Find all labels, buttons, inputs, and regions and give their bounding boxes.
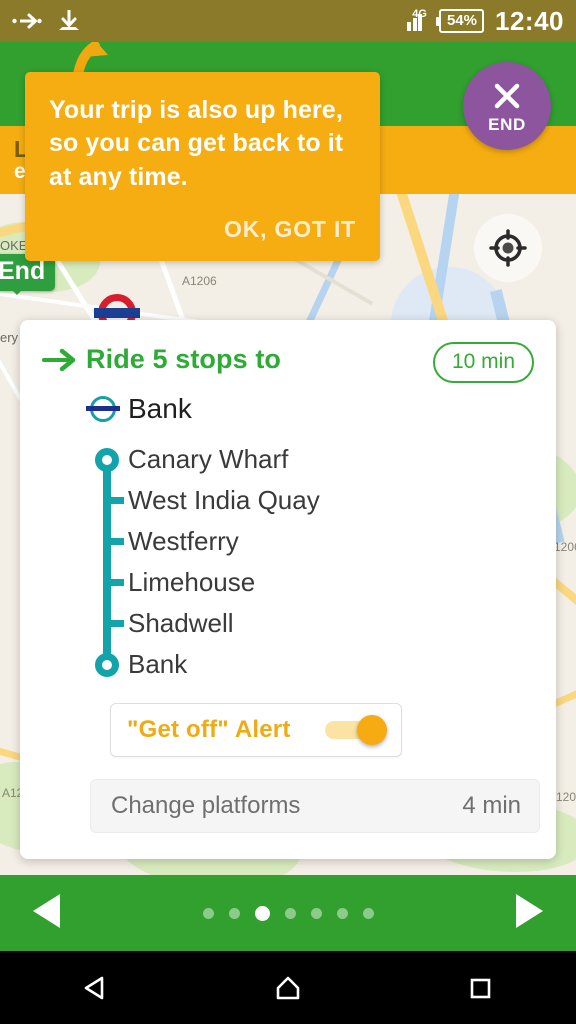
- android-navigation-bar: [0, 951, 576, 1024]
- list-item[interactable]: Limehouse: [86, 562, 534, 603]
- pager-dot-active[interactable]: [255, 906, 270, 921]
- route-detail-card: Ride 5 stops to 10 min Bank Canary Wharf…: [20, 320, 556, 859]
- get-off-alert-row[interactable]: "Get off" Alert: [110, 703, 402, 757]
- list-item[interactable]: Canary Wharf: [86, 439, 534, 480]
- step-pager: [0, 875, 576, 951]
- android-recents-button[interactable]: [435, 951, 525, 1024]
- get-off-alert-toggle[interactable]: [325, 715, 387, 745]
- list-item[interactable]: Westferry: [86, 521, 534, 562]
- route-card-header: Ride 5 stops to 10 min: [42, 342, 534, 383]
- pager-dots: [0, 906, 576, 921]
- signal-icon: 4G: [407, 11, 428, 31]
- stop-marker-tick: [86, 603, 128, 644]
- close-icon: [489, 78, 525, 114]
- locate-me-button[interactable]: [474, 214, 542, 282]
- change-platforms-row[interactable]: Change platforms 4 min: [90, 779, 540, 833]
- home-icon: [272, 972, 304, 1004]
- end-trip-label: END: [488, 115, 526, 135]
- dlr-roundel-icon: [86, 396, 120, 422]
- network-type-label: 4G: [412, 8, 427, 20]
- map-label: ery: [0, 330, 18, 345]
- destination-name: Bank: [128, 393, 192, 425]
- pager-dot[interactable]: [229, 908, 240, 919]
- coachmark-tooltip: Your trip is also up here, so you can ge…: [25, 72, 380, 261]
- change-platforms-label: Change platforms: [111, 792, 300, 820]
- map-road-label: A1206: [182, 274, 217, 288]
- list-item[interactable]: West India Quay: [86, 480, 534, 521]
- stop-marker-terminus: [86, 644, 128, 685]
- directions-icon: [12, 12, 42, 30]
- pager-dot[interactable]: [285, 908, 296, 919]
- download-icon: [56, 8, 82, 34]
- stop-marker-tick: [86, 521, 128, 562]
- list-item[interactable]: Bank: [86, 644, 534, 685]
- status-bar: 4G 54% 12:40: [0, 0, 576, 42]
- route-duration-badge: 10 min: [433, 342, 534, 383]
- pager-dot[interactable]: [203, 908, 214, 919]
- stop-marker-terminus: [86, 439, 128, 480]
- stop-name: Shadwell: [128, 608, 234, 639]
- stop-name: Bank: [128, 649, 187, 680]
- arrow-right-icon: [42, 342, 86, 377]
- stops-list: Canary Wharf West India Quay Westferry L…: [86, 439, 534, 685]
- stop-marker-tick: [86, 562, 128, 603]
- android-back-button[interactable]: [51, 951, 141, 1024]
- destination-row: Bank: [86, 393, 534, 425]
- stop-name: Canary Wharf: [128, 444, 288, 475]
- coachmark-dismiss-button[interactable]: OK, GOT IT: [222, 214, 358, 245]
- stop-name: Westferry: [128, 526, 239, 557]
- list-item[interactable]: Shadwell: [86, 603, 534, 644]
- pager-dot[interactable]: [363, 908, 374, 919]
- crosshair-icon: [488, 228, 528, 268]
- square-icon: [464, 972, 496, 1004]
- pager-dot[interactable]: [311, 908, 322, 919]
- end-trip-button[interactable]: END: [463, 62, 551, 150]
- back-triangle-icon: [80, 972, 112, 1004]
- get-off-alert-label: "Get off" Alert: [127, 716, 291, 744]
- route-card-title: Ride 5 stops to: [86, 342, 281, 375]
- pager-dot[interactable]: [337, 908, 348, 919]
- change-platforms-duration: 4 min: [462, 792, 521, 820]
- battery-indicator: 54%: [439, 9, 484, 32]
- stop-name: West India Quay: [128, 485, 320, 516]
- android-home-button[interactable]: [243, 951, 333, 1024]
- app-screen: End A1206 A11 OKEN ery A1206 A120 A120 V…: [0, 0, 576, 1024]
- stop-name: Limehouse: [128, 567, 255, 598]
- stop-marker-tick: [86, 480, 128, 521]
- coachmark-message: Your trip is also up here, so you can ge…: [49, 94, 358, 194]
- clock: 12:40: [495, 6, 564, 37]
